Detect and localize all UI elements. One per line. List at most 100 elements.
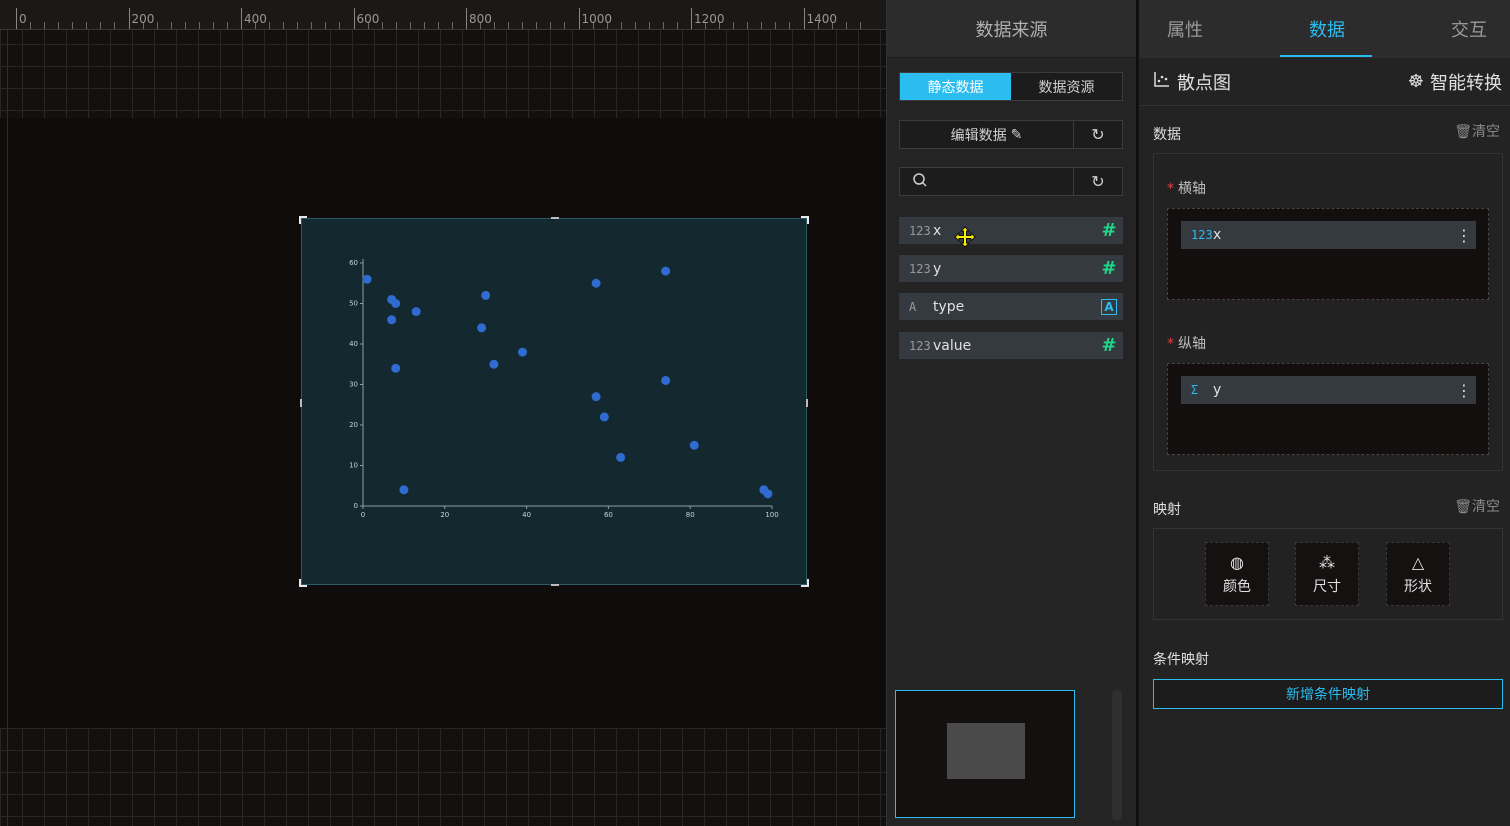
edit-data-row: 编辑数据 ✎ ↻ <box>899 120 1123 149</box>
vertical-ruler <box>0 30 8 826</box>
sum-icon: Σ <box>1191 383 1199 397</box>
edit-data-label: 编辑数据 <box>950 127 1007 144</box>
numeric-hash-icon: # <box>1101 335 1117 356</box>
color-mapping-button[interactable]: ◍ 颜色 <box>1205 542 1269 606</box>
field-name: type <box>933 298 965 315</box>
refresh-icon[interactable]: ↻ <box>1074 121 1122 148</box>
resize-handle-right[interactable] <box>806 399 808 407</box>
panel-scrollbar[interactable] <box>1112 690 1122 820</box>
smart-convert-button[interactable]: ☸ 智能转换 <box>1408 69 1502 95</box>
resize-handle-bottom[interactable] <box>551 584 559 586</box>
resize-handle-top-left[interactable] <box>299 216 307 224</box>
scatter-chart-widget[interactable]: 0 20 40 60 80 100 0 10 20 30 40 50 60 <box>299 216 809 587</box>
scatter-point <box>391 299 401 308</box>
ruler-tick <box>691 8 692 29</box>
x-tick-label: 80 <box>686 511 695 519</box>
x-tick-label: 100 <box>765 511 778 519</box>
x-axis-dropzone[interactable]: 123 x ⋮ <box>1167 208 1489 300</box>
y-tick-label: 40 <box>349 340 358 348</box>
ruler-tick <box>409 22 411 29</box>
ruler-tick <box>353 8 355 29</box>
ruler-label: 1400 <box>806 12 838 26</box>
chart-type-selector[interactable]: 散点图 <box>1153 69 1231 95</box>
clear-label: 清空 <box>1472 124 1500 140</box>
size-mapping-button[interactable]: ⁂ 尺寸 <box>1295 542 1359 606</box>
ruler-tick <box>198 22 200 29</box>
tab-interaction[interactable]: 交互 <box>1451 0 1487 58</box>
ruler-tick <box>761 22 763 29</box>
search-icon <box>912 172 928 192</box>
minimap[interactable] <box>895 690 1075 818</box>
active-tab-indicator <box>1280 55 1372 57</box>
search-input[interactable] <box>900 168 1074 195</box>
refresh-fields-icon[interactable]: ↻ <box>1074 168 1122 195</box>
ruler-tick <box>395 22 397 29</box>
scatter-chart: 0 20 40 60 80 100 0 10 20 30 40 50 60 <box>349 259 779 519</box>
x-tick-label: 0 <box>361 511 365 519</box>
ruler-tick <box>339 22 341 29</box>
ruler-tick <box>283 22 285 29</box>
data-source-toggle: 静态数据 数据资源 <box>899 72 1123 101</box>
shape-mapping-label: 形状 <box>1404 578 1432 595</box>
field-item[interactable]: 123 x # <box>899 217 1123 244</box>
clear-mapping-button[interactable]: 🗑清空 <box>1454 496 1500 516</box>
ruler-tick <box>170 22 172 29</box>
ruler-tick <box>86 22 88 29</box>
app-root: 0 200 400 600 800 1000 1200 1400 0 20 40 60 80 100 0 1… <box>0 0 1510 826</box>
resize-handle-top[interactable] <box>551 217 559 219</box>
color-mapping-label: 颜色 <box>1223 578 1251 595</box>
y-field-chip[interactable]: Σ y ⋮ <box>1181 376 1476 404</box>
field-item[interactable]: A type A <box>899 293 1123 320</box>
y-tick-label: 0 <box>354 502 358 510</box>
scatter-point <box>689 440 699 450</box>
static-data-tab[interactable]: 静态数据 <box>900 73 1011 100</box>
x-field-chip[interactable]: 123 x ⋮ <box>1181 221 1476 249</box>
config-panel: 属性 数据 交互 散点图 ☸ 智能转换 数据 🗑清空 * 横轴 123 x ⋮ … <box>1137 0 1510 826</box>
resize-handle-bottom-right[interactable] <box>801 579 809 587</box>
tab-properties[interactable]: 属性 <box>1167 0 1203 58</box>
y-tick-label: 30 <box>349 381 358 389</box>
ruler-tick <box>859 22 861 29</box>
ruler-tick <box>564 22 566 29</box>
ruler-label: 200 <box>131 12 155 26</box>
scatter-point <box>591 278 601 288</box>
size-mapping-label: 尺寸 <box>1313 578 1341 595</box>
ruler-tick <box>550 22 552 29</box>
scatter-point <box>411 307 421 317</box>
text-type-icon: A <box>909 299 917 314</box>
scatter-point <box>477 323 487 333</box>
ruler-label: 0 <box>19 12 27 26</box>
move-cursor-icon <box>954 226 976 248</box>
design-canvas[interactable]: 0 200 400 600 800 1000 1200 1400 0 20 40 60 80 100 0 1… <box>0 0 886 826</box>
resize-handle-left[interactable] <box>300 399 302 407</box>
resize-handle-top-right[interactable] <box>801 216 809 224</box>
ruler-tick <box>128 8 130 29</box>
tab-data[interactable]: 数据 <box>1309 0 1345 58</box>
panel-title: 数据来源 <box>887 0 1136 58</box>
add-conditional-mapping-button[interactable]: 新增条件映射 <box>1153 679 1503 709</box>
y-axis-dropzone[interactable]: Σ y ⋮ <box>1167 363 1489 455</box>
data-resource-tab[interactable]: 数据资源 <box>1011 73 1122 100</box>
triangle-icon: △ <box>1411 552 1425 572</box>
ruler-tick <box>775 22 777 29</box>
resize-handle-bottom-left[interactable] <box>299 579 307 587</box>
conditional-mapping-title: 条件映射 <box>1153 652 1209 668</box>
clear-data-button[interactable]: 🗑清空 <box>1454 121 1500 141</box>
ruler-tick <box>494 22 496 29</box>
shape-mapping-button[interactable]: △ 形状 <box>1386 542 1450 606</box>
more-vertical-icon[interactable]: ⋮ <box>1452 226 1476 245</box>
y-tick-label: 10 <box>349 462 358 470</box>
ruler-tick <box>733 22 735 29</box>
minimap-viewport[interactable] <box>947 723 1025 779</box>
canvas-grid-bottom <box>0 728 886 826</box>
brain-icon: ☸ <box>1407 71 1424 92</box>
field-item[interactable]: 123 y # <box>899 255 1123 282</box>
field-item[interactable]: 123 value # <box>899 332 1123 359</box>
ruler-tick <box>156 22 158 29</box>
more-vertical-icon[interactable]: ⋮ <box>1452 381 1476 400</box>
x-tick-label: 40 <box>522 511 531 519</box>
scatter-chart-icon <box>1153 70 1171 93</box>
scatter-point <box>591 392 601 402</box>
edit-data-button[interactable]: 编辑数据 ✎ <box>900 121 1074 148</box>
trash-icon: 🗑 <box>1454 124 1472 140</box>
